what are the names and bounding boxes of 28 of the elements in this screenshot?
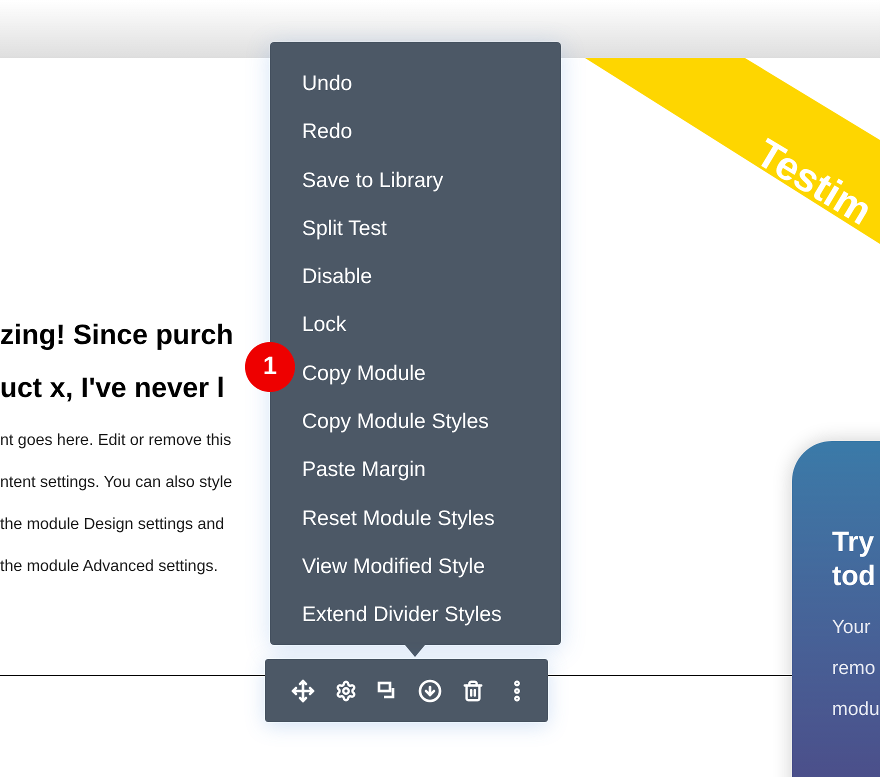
card-title: Try [832,525,876,559]
step-badge: 1 [245,342,295,392]
download-icon[interactable] [418,678,442,702]
card-title: tod [832,559,877,593]
trash-icon[interactable] [462,680,484,702]
menu-item[interactable]: Copy Module [302,350,561,398]
menu-item[interactable]: Undo [302,60,561,108]
menu-item[interactable]: Paste Margin [302,446,561,495]
menu-item[interactable]: Copy Module Styles [302,398,561,446]
card-text: modu [832,698,880,722]
menu-item[interactable]: Redo [302,108,561,157]
testimonial-text: the module Design settings and [0,515,226,535]
card-text: Your [832,616,872,640]
testimonial-text: nt goes here. Edit or remove this [0,431,232,451]
menu-item[interactable]: Extend Divider Styles [302,591,561,640]
settings-icon[interactable] [334,680,357,702]
testimonial-text: the module Advanced settings. [0,557,219,577]
move-icon[interactable] [291,678,315,702]
card-text: remo [832,657,876,681]
menu-item[interactable]: Split Test [302,204,561,254]
menu-item[interactable]: Lock [302,301,561,350]
testimonial-heading: uct x, I've never l [0,371,226,405]
menu-item[interactable]: Reset Module Styles [302,494,561,543]
menu-item[interactable]: Disable [302,253,561,302]
testimonial-heading: zing! Since purch [0,318,234,352]
testimonial-text: ntent settings. You can also style [0,473,234,493]
menu-item[interactable]: View Modified Style [302,542,561,592]
menu-item[interactable]: Save to Library [302,156,561,205]
